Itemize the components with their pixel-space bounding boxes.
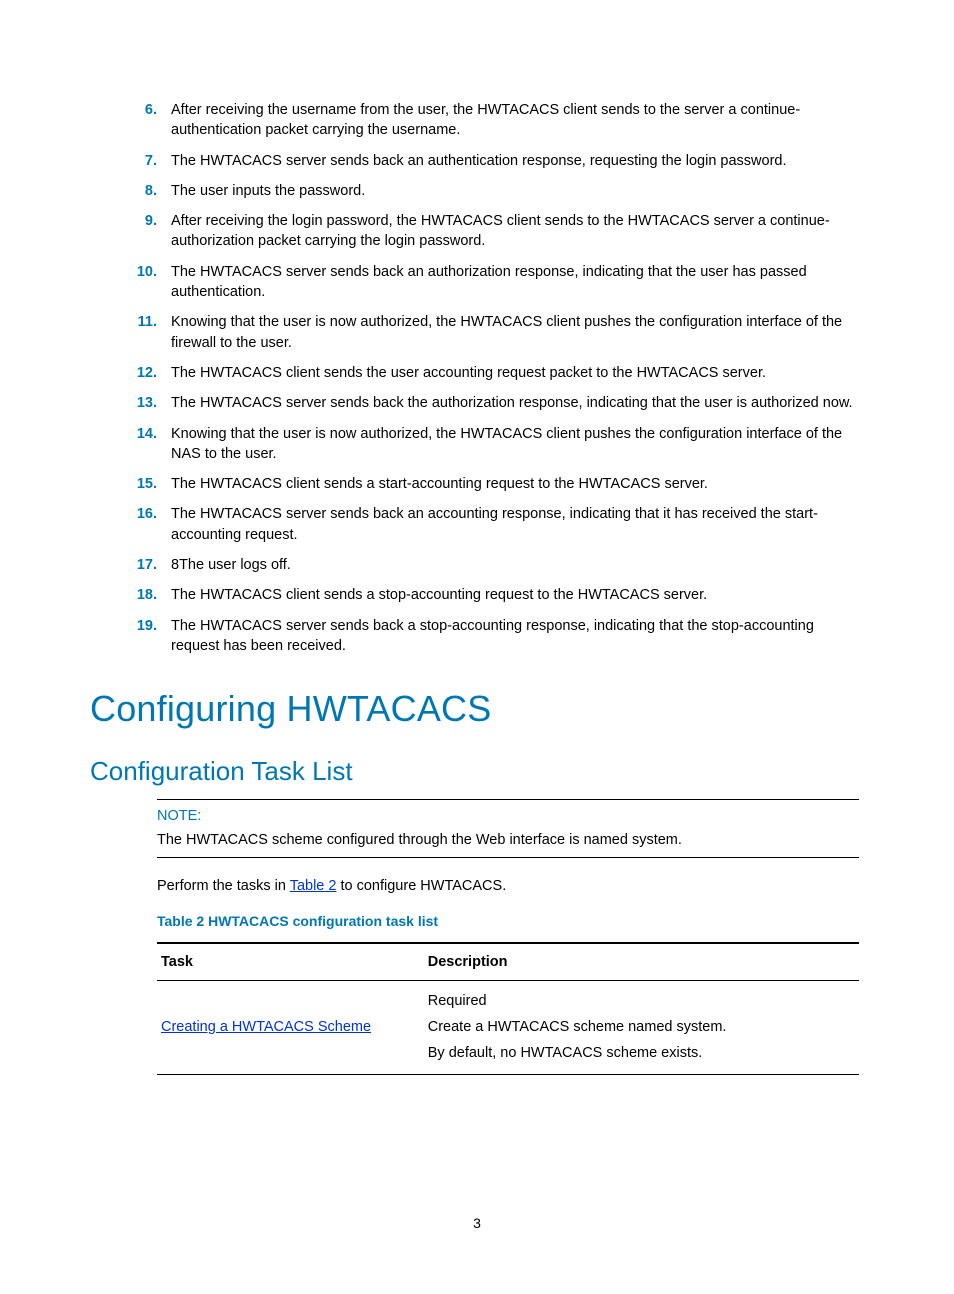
col-header-task: Task	[157, 943, 424, 981]
step-number: 6.	[121, 100, 171, 141]
step-text: The HWTACACS client sends a start-accoun…	[171, 474, 859, 494]
step-text: The HWTACACS server sends back an authen…	[171, 151, 859, 171]
list-item: 16. The HWTACACS server sends back an ac…	[95, 504, 859, 545]
step-number: 14.	[121, 424, 171, 465]
step-text: The HWTACACS server sends back an accoun…	[171, 504, 859, 545]
horizontal-rule	[157, 857, 859, 858]
list-item: 7. The HWTACACS server sends back an aut…	[95, 151, 859, 171]
step-text: After receiving the login password, the …	[171, 211, 859, 252]
list-item: 8. The user inputs the password.	[95, 181, 859, 201]
note-body: The HWTACACS scheme configured through t…	[157, 830, 859, 850]
heading-configuration-task-list: Configuration Task List	[90, 753, 859, 789]
horizontal-rule	[157, 799, 859, 800]
step-number: 17.	[121, 555, 171, 575]
note-box: NOTE: The HWTACACS scheme configured thr…	[157, 799, 859, 858]
list-item: 15. The HWTACACS client sends a start-ac…	[95, 474, 859, 494]
step-number: 9.	[121, 211, 171, 252]
step-text: The HWTACACS client sends the user accou…	[171, 363, 859, 383]
note-title: NOTE:	[157, 806, 859, 826]
list-item: 17. 8The user logs off.	[95, 555, 859, 575]
ordered-steps-list: 6. After receiving the username from the…	[95, 100, 859, 656]
step-number: 8.	[121, 181, 171, 201]
list-item: 13. The HWTACACS server sends back the a…	[95, 393, 859, 413]
table-row: Creating a HWTACACS Scheme Required Crea…	[157, 980, 859, 1074]
step-text: The user inputs the password.	[171, 181, 859, 201]
heading-configuring-hwtacacs: Configuring HWTACACS	[90, 684, 859, 734]
list-item: 10. The HWTACACS server sends back an au…	[95, 262, 859, 303]
step-text: Knowing that the user is now authorized,…	[171, 424, 859, 465]
intro-paragraph: Perform the tasks in Table 2 to configur…	[157, 876, 859, 896]
step-number: 15.	[121, 474, 171, 494]
document-page: 6. After receiving the username from the…	[0, 0, 954, 1294]
list-item: 14. Knowing that the user is now authori…	[95, 424, 859, 465]
page-number: 3	[0, 1214, 954, 1234]
col-header-description: Description	[424, 943, 859, 981]
description-cell: Required Create a HWTACACS scheme named …	[424, 980, 859, 1074]
desc-line: Create a HWTACACS scheme named system.	[428, 1017, 855, 1037]
step-number: 13.	[121, 393, 171, 413]
step-number: 11.	[121, 312, 171, 353]
table-2-link[interactable]: Table 2	[290, 878, 337, 894]
desc-line: By default, no HWTACACS scheme exists.	[428, 1043, 855, 1063]
table-caption: Table 2 HWTACACS configuration task list	[157, 912, 859, 932]
step-text: 8The user logs off.	[171, 555, 859, 575]
step-text: The HWTACACS client sends a stop-account…	[171, 585, 859, 605]
list-item: 12. The HWTACACS client sends the user a…	[95, 363, 859, 383]
configuration-task-table: Task Description Creating a HWTACACS Sch…	[157, 942, 859, 1075]
list-item: 9. After receiving the login password, t…	[95, 211, 859, 252]
creating-scheme-link[interactable]: Creating a HWTACACS Scheme	[161, 1019, 371, 1035]
step-number: 19.	[121, 616, 171, 657]
table-header-row: Task Description	[157, 943, 859, 981]
task-cell: Creating a HWTACACS Scheme	[157, 980, 424, 1074]
desc-line: Required	[428, 991, 855, 1011]
list-item: 18. The HWTACACS client sends a stop-acc…	[95, 585, 859, 605]
intro-text-after: to configure HWTACACS.	[336, 878, 506, 894]
step-text: Knowing that the user is now authorized,…	[171, 312, 859, 353]
list-item: 19. The HWTACACS server sends back a sto…	[95, 616, 859, 657]
intro-text: Perform the tasks in	[157, 878, 290, 894]
list-item: 11. Knowing that the user is now authori…	[95, 312, 859, 353]
step-number: 16.	[121, 504, 171, 545]
step-number: 7.	[121, 151, 171, 171]
step-number: 12.	[121, 363, 171, 383]
step-text: The HWTACACS server sends back an author…	[171, 262, 859, 303]
step-text: The HWTACACS server sends back a stop-ac…	[171, 616, 859, 657]
step-number: 10.	[121, 262, 171, 303]
list-item: 6. After receiving the username from the…	[95, 100, 859, 141]
step-number: 18.	[121, 585, 171, 605]
step-text: The HWTACACS server sends back the autho…	[171, 393, 859, 413]
step-text: After receiving the username from the us…	[171, 100, 859, 141]
